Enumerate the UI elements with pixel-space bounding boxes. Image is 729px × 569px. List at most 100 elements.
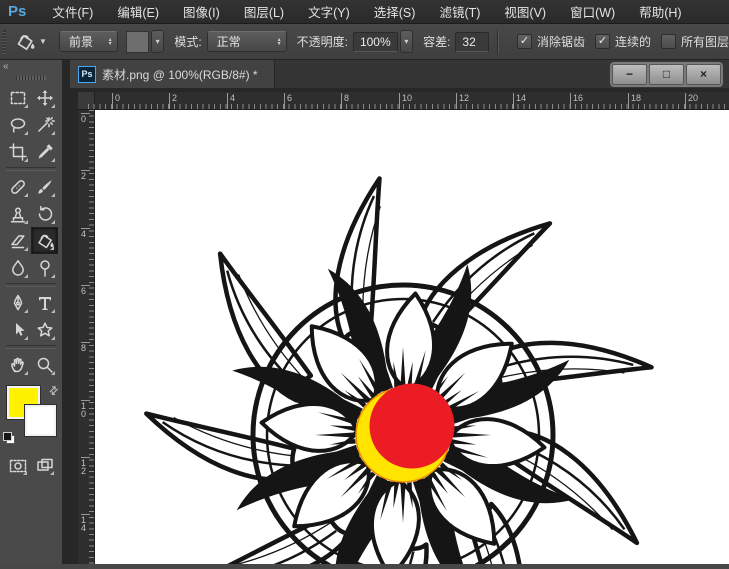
document-title: 素材.png @ 100%(RGB/8#) * xyxy=(102,66,258,83)
background-color-swatch[interactable] xyxy=(25,405,56,436)
horizontal-type-tool[interactable] xyxy=(31,289,58,316)
history-icon xyxy=(35,204,55,224)
dodge-icon xyxy=(35,258,55,278)
arrow-cursor-icon xyxy=(8,320,28,340)
ruler-tick-label: 12 xyxy=(456,93,469,109)
fill-source-select[interactable]: 前景 ▴▾ xyxy=(59,31,118,52)
pattern-swatch[interactable] xyxy=(126,31,149,53)
contiguous-label: 连续的 xyxy=(615,33,651,50)
color-swatches: ⇄ xyxy=(3,384,59,446)
panel-grip[interactable] xyxy=(16,76,46,80)
document-tab[interactable]: Ps 素材.png @ 100%(RGB/8#) * xyxy=(70,60,275,88)
contiguous-checkbox[interactable]: ✓ 连续的 xyxy=(595,33,651,50)
menu-select[interactable]: 选择(S) xyxy=(362,0,428,24)
quick-mask-button[interactable] xyxy=(6,454,30,478)
vertical-ruler[interactable]: 0 2 4 6 8 10 12 14 xyxy=(78,110,95,564)
tools-panel: « ⇄ xyxy=(0,60,62,564)
path-selection-tool[interactable] xyxy=(4,316,31,343)
blur-tool[interactable] xyxy=(4,254,31,281)
crop-tool[interactable] xyxy=(4,138,31,165)
photoshop-logo: Ps xyxy=(8,3,26,20)
eraser-tool[interactable] xyxy=(4,227,31,254)
fill-source-value: 前景 xyxy=(69,33,93,50)
center-red-disc xyxy=(370,384,455,469)
menu-bar: Ps 文件(F) 编辑(E) 图像(I) 图层(L) 文字(Y) 选择(S) 滤… xyxy=(0,0,729,24)
history-brush-tool[interactable] xyxy=(31,200,58,227)
screen-mode-button[interactable] xyxy=(33,454,57,478)
ruler-tick-label: 2 xyxy=(81,170,90,180)
clone-stamp-tool[interactable] xyxy=(4,200,31,227)
document-canvas[interactable] xyxy=(95,110,729,564)
menu-window[interactable]: 窗口(W) xyxy=(558,0,627,24)
magic-wand-tool[interactable] xyxy=(31,111,58,138)
eyedropper-tool[interactable] xyxy=(31,138,58,165)
panel-divider xyxy=(62,60,70,564)
hand-tool[interactable] xyxy=(4,351,31,378)
paint-bucket-tool[interactable] xyxy=(31,227,58,254)
pattern-dropdown-button[interactable]: ▾ xyxy=(151,30,164,53)
move-tool[interactable] xyxy=(31,84,58,111)
water-drop-icon xyxy=(8,258,28,278)
brush-icon xyxy=(35,177,55,197)
menu-type[interactable]: 文字(Y) xyxy=(296,0,362,24)
maximize-button[interactable]: □ xyxy=(649,64,684,85)
ruler-tick-label: 4 xyxy=(227,93,235,109)
mode-value: 正常 xyxy=(217,33,241,50)
paint-bucket-icon xyxy=(14,31,36,53)
chevron-down-icon: ▾ xyxy=(404,37,408,46)
menu-image[interactable]: 图像(I) xyxy=(171,0,232,24)
ruler-tick-label: 10 xyxy=(81,400,90,418)
opacity-dropdown-button[interactable]: ▾ xyxy=(400,30,413,53)
custom-shape-tool[interactable] xyxy=(31,316,58,343)
options-bar-grip[interactable] xyxy=(3,30,6,54)
document-tab-bar: Ps 素材.png @ 100%(RGB/8#) * − □ × xyxy=(70,60,729,90)
swap-colors-icon[interactable]: ⇄ xyxy=(46,383,62,399)
zoom-tool[interactable] xyxy=(31,351,58,378)
checkbox-checked-icon: ✓ xyxy=(595,34,610,49)
opacity-input[interactable]: 100% xyxy=(353,32,398,52)
minimize-button[interactable]: − xyxy=(612,64,647,85)
mode-select[interactable]: 正常 ▴▾ xyxy=(207,31,287,52)
lasso-tool[interactable] xyxy=(4,111,31,138)
move-icon xyxy=(35,88,55,108)
opacity-value: 100% xyxy=(360,35,391,49)
all-layers-checkbox[interactable]: 所有图层 xyxy=(661,33,729,50)
ruler-tick-label: 8 xyxy=(81,342,90,352)
separator xyxy=(6,283,56,287)
brush-tool[interactable] xyxy=(31,173,58,200)
ruler-tick-label: 10 xyxy=(399,93,412,109)
rectangular-marquee-tool[interactable] xyxy=(4,84,31,111)
eraser-icon xyxy=(8,231,28,251)
horizontal-ruler[interactable]: 0 2 4 6 8 10 12 14 16 18 20 xyxy=(95,92,729,110)
menu-edit[interactable]: 编辑(E) xyxy=(105,0,171,24)
pen-tool[interactable] xyxy=(4,289,31,316)
star-shape-icon xyxy=(35,320,55,340)
active-tool-preset[interactable]: ▼ xyxy=(14,31,47,53)
ruler-tick-label: 16 xyxy=(570,93,583,109)
tolerance-input[interactable]: 32 xyxy=(455,32,489,52)
ruler-tick-label: 0 xyxy=(81,113,90,123)
spot-healing-brush-tool[interactable] xyxy=(4,173,31,200)
separator xyxy=(6,345,56,349)
menu-help[interactable]: 帮助(H) xyxy=(627,0,693,24)
menu-filter[interactable]: 滤镜(T) xyxy=(427,0,492,24)
paint-bucket-icon xyxy=(35,231,55,251)
ruler-tick-label: 14 xyxy=(81,514,90,532)
all-layers-label: 所有图层 xyxy=(681,33,729,50)
collapse-panel-button[interactable]: « xyxy=(0,60,62,74)
dodge-tool[interactable] xyxy=(31,254,58,281)
type-icon xyxy=(35,293,55,313)
ruler-tick-label: 18 xyxy=(628,93,641,109)
checkbox-unchecked-icon xyxy=(661,34,676,49)
menu-layer[interactable]: 图层(L) xyxy=(232,0,296,24)
file-type-icon: Ps xyxy=(78,66,96,83)
close-button[interactable]: × xyxy=(686,64,721,85)
magic-wand-icon xyxy=(35,115,55,135)
antialias-checkbox[interactable]: ✓ 消除锯齿 xyxy=(517,33,585,50)
hand-icon xyxy=(8,355,28,375)
menu-view[interactable]: 视图(V) xyxy=(492,0,558,24)
separator xyxy=(6,167,56,171)
menu-file[interactable]: 文件(F) xyxy=(40,0,105,24)
default-colors-icon[interactable] xyxy=(3,432,15,444)
lasso-icon xyxy=(8,115,28,135)
